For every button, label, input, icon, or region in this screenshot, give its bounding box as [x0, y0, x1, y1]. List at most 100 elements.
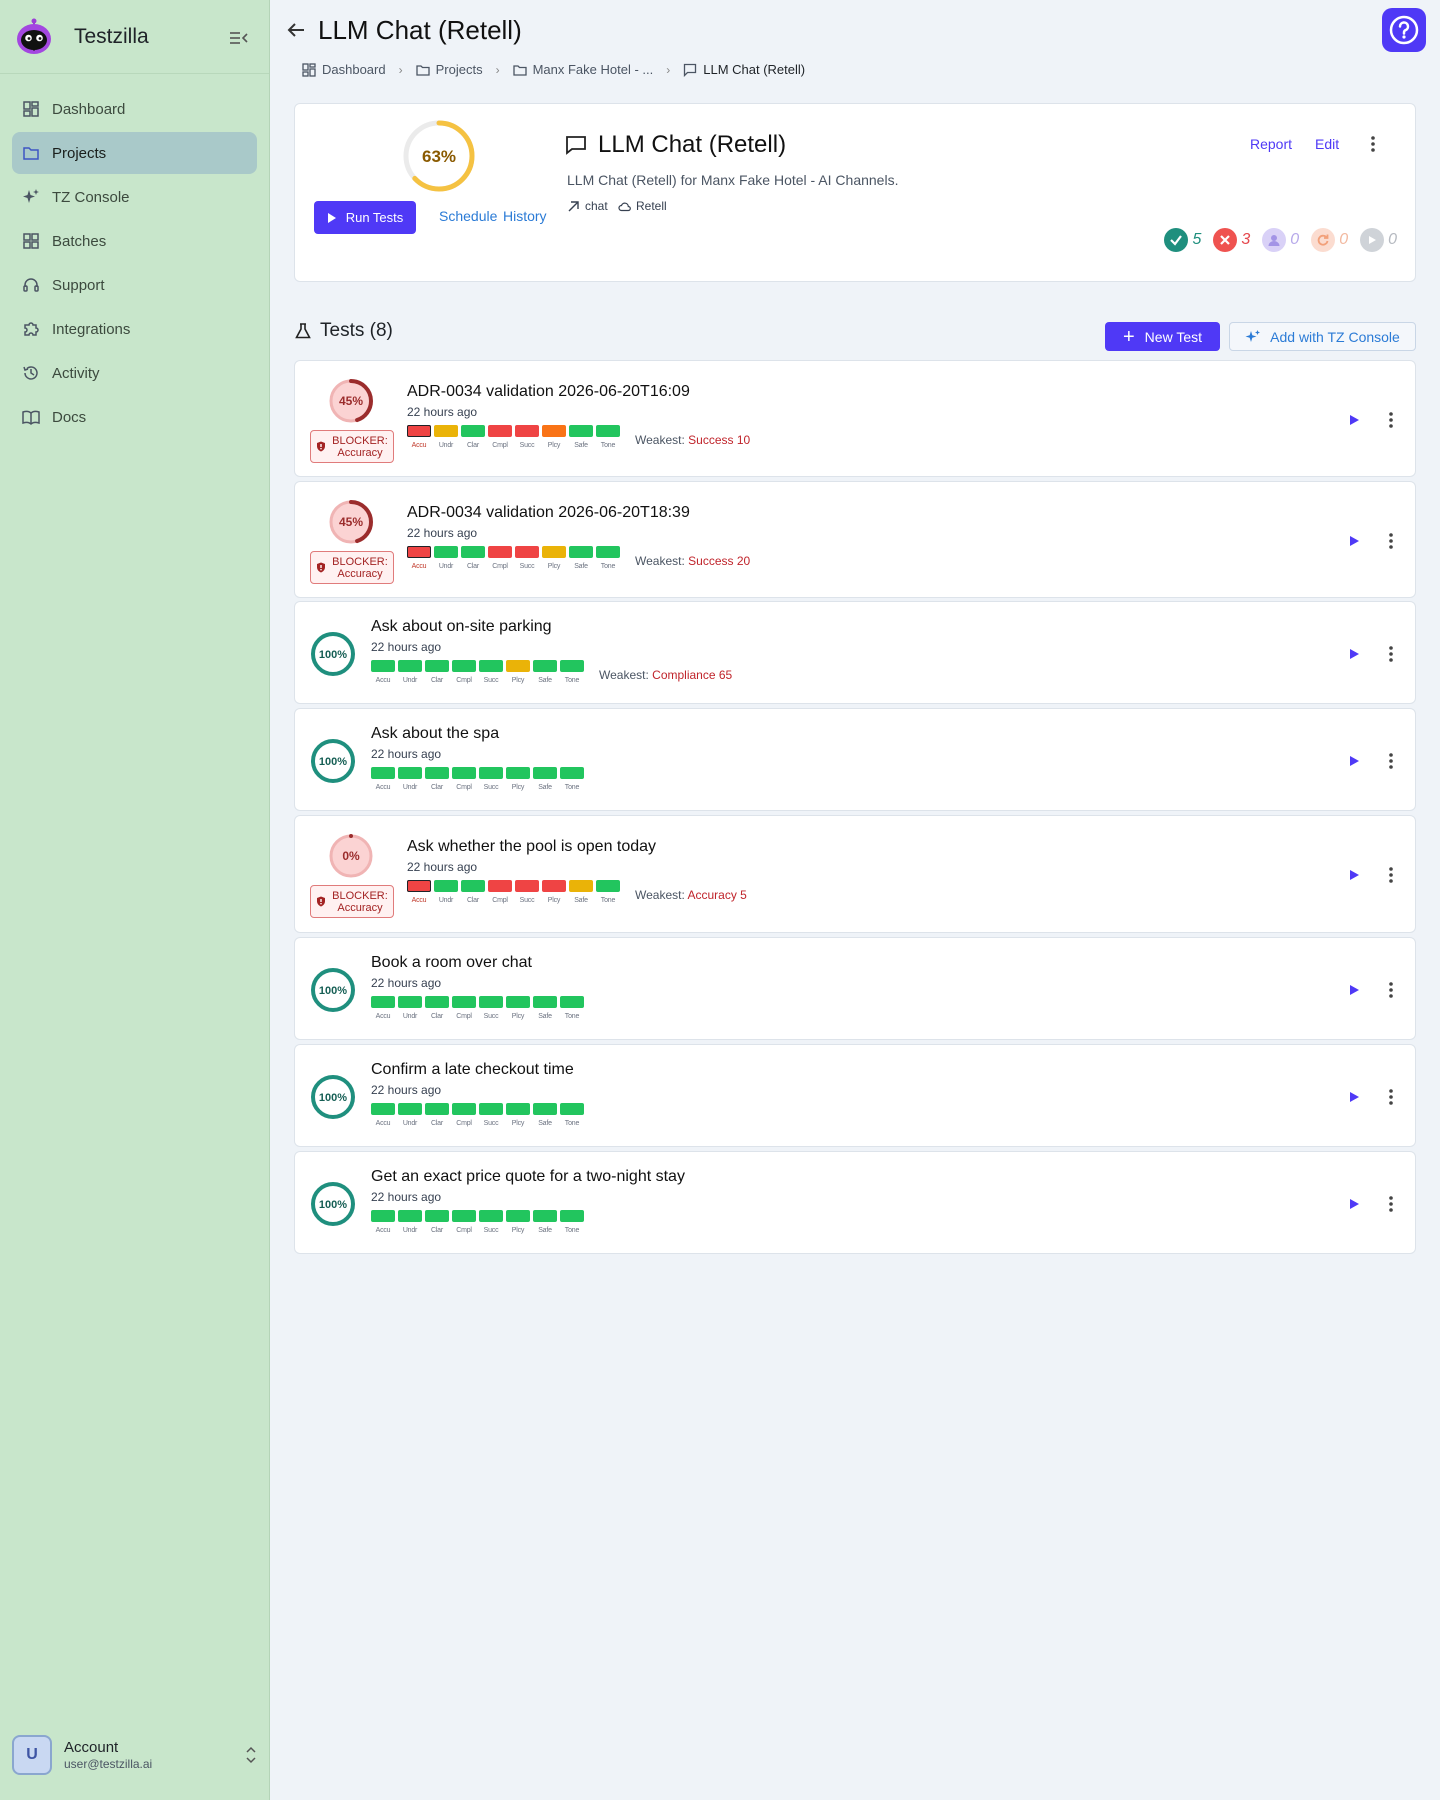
collapse-sidebar-icon[interactable]: [228, 28, 250, 48]
sidebar-item-support[interactable]: Support: [12, 264, 257, 306]
metric-bar[interactable]: Safe: [569, 425, 593, 449]
run-test-play-icon[interactable]: [1347, 413, 1361, 427]
test-row[interactable]: 100% Get an exact price quote for a two-…: [294, 1151, 1416, 1254]
help-button[interactable]: [1382, 8, 1426, 52]
metric-bar[interactable]: Cmpl: [452, 767, 476, 791]
metric-bar[interactable]: Clar: [425, 996, 449, 1020]
metric-bar[interactable]: Cmpl: [452, 660, 476, 684]
metric-bar[interactable]: Accu: [407, 425, 431, 449]
run-test-play-icon[interactable]: [1347, 647, 1361, 661]
metric-bar[interactable]: Safe: [569, 880, 593, 904]
more-options-icon[interactable]: [1381, 531, 1401, 551]
metric-bar[interactable]: Accu: [407, 546, 431, 570]
metric-bar[interactable]: Undr: [398, 660, 422, 684]
metric-bar[interactable]: Undr: [434, 425, 458, 449]
report-button[interactable]: Report: [1250, 136, 1292, 152]
run-test-play-icon[interactable]: [1347, 868, 1361, 882]
metric-bar[interactable]: Plcy: [506, 1210, 530, 1234]
metric-bar[interactable]: Undr: [434, 546, 458, 570]
run-test-play-icon[interactable]: [1347, 1197, 1361, 1211]
metric-bar[interactable]: Undr: [398, 1210, 422, 1234]
sidebar-item-activity[interactable]: Activity: [12, 352, 257, 394]
metric-bar[interactable]: Safe: [533, 660, 557, 684]
sidebar-item-projects[interactable]: Projects: [12, 132, 257, 174]
metric-bar[interactable]: Clar: [461, 880, 485, 904]
add-with-tz-console-button[interactable]: Add with TZ Console: [1229, 322, 1416, 351]
metric-bar[interactable]: Succ: [515, 425, 539, 449]
run-test-play-icon[interactable]: [1347, 534, 1361, 548]
metric-bar[interactable]: Tone: [560, 996, 584, 1020]
metric-bar[interactable]: Plcy: [542, 880, 566, 904]
test-row[interactable]: 0% BLOCKER: Accuracy Ask whether the pool…: [294, 815, 1416, 933]
run-test-play-icon[interactable]: [1347, 1090, 1361, 1104]
metric-bar[interactable]: Accu: [371, 1210, 395, 1234]
breadcrumb-projects[interactable]: Projects: [415, 62, 483, 77]
metric-bar[interactable]: Succ: [479, 1210, 503, 1234]
more-options-icon[interactable]: [1381, 865, 1401, 885]
metric-bar[interactable]: Cmpl: [452, 996, 476, 1020]
account-menu[interactable]: U Account user@testzilla.ai: [12, 1732, 258, 1778]
sidebar-item-tz-console[interactable]: TZ Console: [12, 176, 257, 218]
edit-button[interactable]: Edit: [1315, 136, 1339, 152]
metric-bar[interactable]: Succ: [479, 996, 503, 1020]
metric-bar[interactable]: Clar: [461, 425, 485, 449]
more-options-icon[interactable]: [1381, 644, 1401, 664]
metric-bar[interactable]: Accu: [371, 767, 395, 791]
test-row[interactable]: 45% BLOCKER: Accuracy ADR-0034 validation…: [294, 481, 1416, 598]
metric-bar[interactable]: Safe: [533, 996, 557, 1020]
metric-bar[interactable]: Succ: [479, 1103, 503, 1127]
metric-bar[interactable]: Safe: [533, 1103, 557, 1127]
metric-bar[interactable]: Clar: [425, 1210, 449, 1234]
metric-bar[interactable]: Tone: [596, 546, 620, 570]
test-row[interactable]: 100% Confirm a late checkout time 22 hour…: [294, 1044, 1416, 1147]
metric-bar[interactable]: Safe: [533, 1210, 557, 1234]
metric-bar[interactable]: Tone: [560, 1210, 584, 1234]
back-arrow-icon[interactable]: [284, 18, 308, 42]
metric-bar[interactable]: Tone: [596, 880, 620, 904]
metric-bar[interactable]: Succ: [479, 660, 503, 684]
metric-bar[interactable]: Cmpl: [452, 1210, 476, 1234]
test-row[interactable]: 45% BLOCKER: Accuracy ADR-0034 validation…: [294, 360, 1416, 477]
metric-bar[interactable]: Plcy: [506, 996, 530, 1020]
metric-bar[interactable]: Plcy: [506, 660, 530, 684]
metric-bar[interactable]: Tone: [560, 1103, 584, 1127]
metric-bar[interactable]: Tone: [596, 425, 620, 449]
new-test-button[interactable]: + New Test: [1105, 322, 1220, 351]
run-test-play-icon[interactable]: [1347, 983, 1361, 997]
sidebar-item-dashboard[interactable]: Dashboard: [12, 88, 257, 130]
test-row[interactable]: 100% Ask about the spa 22 hours ago Accu …: [294, 708, 1416, 811]
sidebar-item-batches[interactable]: Batches: [12, 220, 257, 262]
metric-bar[interactable]: Safe: [533, 767, 557, 791]
metric-bar[interactable]: Clar: [461, 546, 485, 570]
sidebar-item-docs[interactable]: Docs: [12, 396, 257, 438]
metric-bar[interactable]: Clar: [425, 1103, 449, 1127]
history-button[interactable]: History: [503, 208, 547, 224]
sidebar-item-integrations[interactable]: Integrations: [12, 308, 257, 350]
metric-bar[interactable]: Cmpl: [488, 880, 512, 904]
metric-bar[interactable]: Plcy: [506, 1103, 530, 1127]
metric-bar[interactable]: Plcy: [542, 425, 566, 449]
more-options-icon[interactable]: [1381, 1087, 1401, 1107]
metric-bar[interactable]: Safe: [569, 546, 593, 570]
test-row[interactable]: 100% Ask about on-site parking 22 hours a…: [294, 601, 1416, 704]
more-options-icon[interactable]: [1381, 751, 1401, 771]
metric-bar[interactable]: Undr: [398, 996, 422, 1020]
metric-bar[interactable]: Accu: [371, 1103, 395, 1127]
metric-bar[interactable]: Accu: [371, 996, 395, 1020]
breadcrumb-dashboard[interactable]: Dashboard: [302, 62, 386, 77]
metric-bar[interactable]: Undr: [398, 767, 422, 791]
metric-bar[interactable]: Cmpl: [452, 1103, 476, 1127]
metric-bar[interactable]: Undr: [398, 1103, 422, 1127]
metric-bar[interactable]: Succ: [515, 880, 539, 904]
metric-bar[interactable]: Cmpl: [488, 546, 512, 570]
run-test-play-icon[interactable]: [1347, 754, 1361, 768]
metric-bar[interactable]: Clar: [425, 660, 449, 684]
metric-bar[interactable]: Cmpl: [488, 425, 512, 449]
run-tests-button[interactable]: Run Tests: [314, 201, 416, 234]
metric-bar[interactable]: Accu: [407, 880, 431, 904]
more-options-icon[interactable]: [1381, 1194, 1401, 1214]
metric-bar[interactable]: Undr: [434, 880, 458, 904]
more-options-icon[interactable]: [1363, 134, 1383, 154]
metric-bar[interactable]: Plcy: [506, 767, 530, 791]
metric-bar[interactable]: Tone: [560, 660, 584, 684]
